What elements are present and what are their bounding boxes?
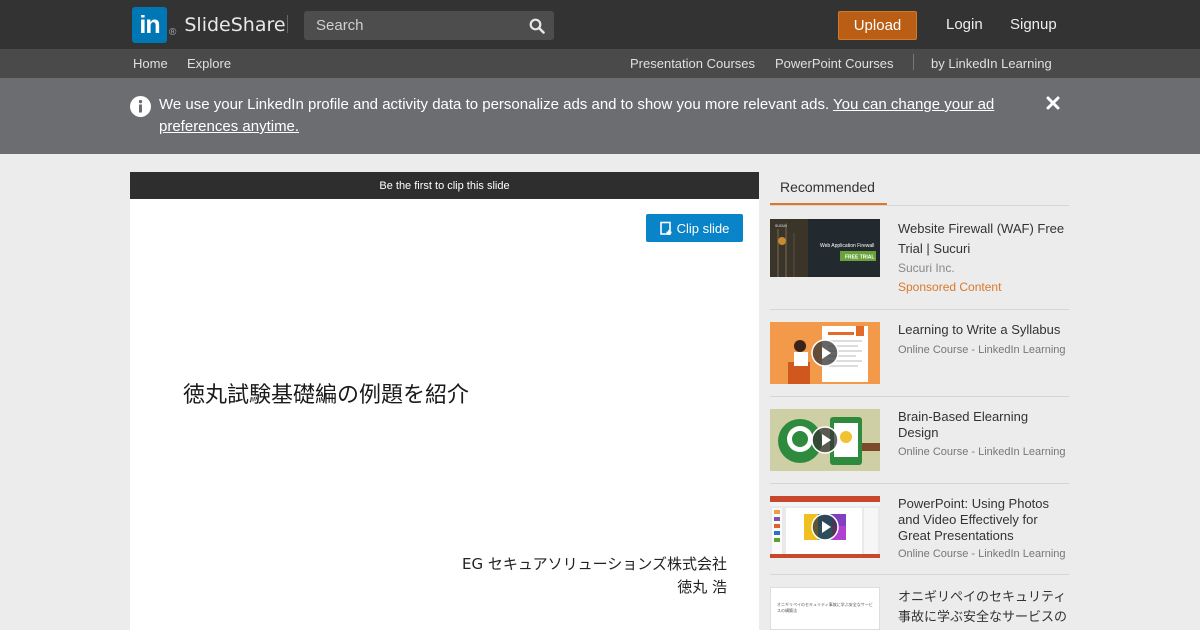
sponsored-badge: Sponsored Content [898,280,1002,294]
nav-by-linkedin-learning[interactable]: by LinkedIn Learning [931,56,1052,71]
search-input[interactable] [304,11,519,40]
thumb-caption: オニギリペイのセキュリティ事故に学ぶ安全なサービスの構築法 [777,602,873,613]
clip-slide-label: Clip slide [676,220,730,236]
divider [770,309,1069,310]
close-icon[interactable] [1046,96,1060,110]
search-icon[interactable] [529,18,545,34]
tab-underline [770,205,1069,206]
upload-button[interactable]: Upload [838,11,917,40]
tab-recommended[interactable]: Recommended [770,172,887,206]
recommended-item[interactable]: PowerPoint: Using Photos and Video Effec… [770,496,1070,560]
secondary-nav: Home Explore Presentation Courses PowerP… [0,49,1200,78]
recommended-item[interactable]: オニギリペイのセキュリティ事故に学ぶ安全なサービスの構築法 オニギリペイのセキュ… [770,587,1069,630]
slide-author: 徳丸 浩 [677,578,727,596]
recommended-title[interactable]: Brain-Based Elearning Design [898,409,1070,441]
divider [770,396,1069,397]
clipboard-icon [659,221,672,235]
nav-explore[interactable]: Explore [187,56,231,71]
play-icon[interactable] [811,426,839,454]
recommended-item[interactable]: Brain-Based Elearning Design Online Cour… [770,409,1069,471]
thumb-caption: Web Application Firewall [820,243,874,249]
slideshare-logo[interactable]: in ® SlideShare [132,7,286,43]
search-box [304,11,554,40]
recommended-title[interactable]: PowerPoint: Using Photos and Video Effec… [898,496,1070,544]
thumb-brand: sucuri [775,223,787,228]
slide-company: EG セキュアソリューションズ株式会社 [462,555,727,573]
login-link[interactable]: Login [946,16,983,33]
divider [770,574,1069,575]
recommended-source: Sucuri Inc. [898,261,955,275]
thumbnail: sucuri Web Application Firewall FREE TRI… [770,219,880,281]
ad-notice-message: We use your LinkedIn profile and activit… [159,96,834,113]
recommended-source: Online Course - LinkedIn Learning [898,446,1066,458]
recommended-title[interactable]: Learning to Write a Syllabus [898,322,1070,338]
play-icon[interactable] [811,513,839,541]
nav-home[interactable]: Home [133,56,168,71]
recommended-title[interactable]: Website Firewall (WAF) Free Trial | Sucu… [898,219,1070,259]
header-divider [287,15,288,33]
ad-notice-text: We use your LinkedIn profile and activit… [159,94,1019,138]
logo-text: SlideShare [184,14,286,36]
play-icon[interactable] [811,339,839,367]
nav-presentation-courses[interactable]: Presentation Courses [630,56,755,71]
slide-title: 徳丸試験基礎編の例題を紹介 [183,383,470,408]
nav-powerpoint-courses[interactable]: PowerPoint Courses [775,56,894,71]
thumbnail [770,496,880,558]
info-icon [130,96,151,117]
signup-link[interactable]: Signup [1010,16,1057,33]
linkedin-logo-icon: in [132,7,167,43]
recommended-item[interactable]: sucuri Web Application Firewall FREE TRI… [770,219,1069,299]
recommended-source: Online Course - LinkedIn Learning [898,344,1066,356]
thumbnail: オニギリペイのセキュリティ事故に学ぶ安全なサービスの構築法 [770,587,880,630]
thumb-cta: FREE TRIAL [845,255,874,261]
clip-info-bar: Be the first to clip this slide [130,172,759,199]
recommended-item[interactable]: Learning to Write a Syllabus Online Cour… [770,322,1069,384]
recommended-source: Online Course - LinkedIn Learning [898,548,1066,560]
nav-divider [913,54,914,70]
thumbnail [770,322,880,384]
clip-slide-button[interactable]: Clip slide [646,214,743,242]
recommended-title[interactable]: オニギリペイのセキュリティ事故に学ぶ安全なサービスの [898,587,1069,627]
registered-mark: ® [169,26,177,38]
thumbnail [770,409,880,471]
divider [770,483,1069,484]
